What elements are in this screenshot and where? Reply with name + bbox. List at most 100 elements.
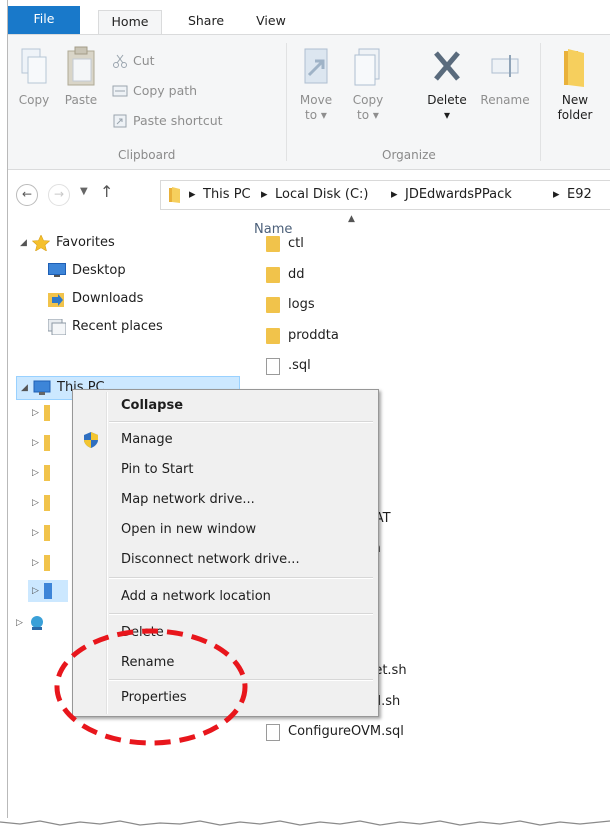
copy-to-button[interactable]: Copy to ▾ <box>348 45 388 123</box>
menu-item-label: Manage <box>121 432 173 447</box>
menu-item-pin-to-start[interactable]: Pin to Start <box>75 458 376 482</box>
breadcrumb-e92[interactable]: E92 <box>567 181 592 209</box>
menu-separator <box>109 577 373 579</box>
rename-label: Rename <box>480 93 530 107</box>
paste-button[interactable]: Paste <box>58 45 104 108</box>
copy-to-icon <box>351 45 385 89</box>
paste-shortcut-button[interactable]: Paste shortcut <box>112 111 282 131</box>
tree-item-desktop[interactable]: Desktop <box>48 260 228 282</box>
copy-to-label: Copy <box>352 93 384 107</box>
back-button[interactable]: ← <box>16 184 38 206</box>
tab-file[interactable]: File <box>8 6 80 34</box>
copy-to-suffix: to ▾ <box>357 108 379 122</box>
expand-triangle-icon[interactable]: ◢ <box>20 232 27 254</box>
star-icon <box>31 234 51 252</box>
tab-view[interactable]: View <box>246 10 296 34</box>
desktop-label: Desktop <box>72 263 126 278</box>
file-icon <box>266 358 280 375</box>
folder-icon <box>44 465 50 481</box>
downloads-folder-icon <box>48 291 66 307</box>
shield-icon <box>83 432 99 448</box>
breadcrumb-this-pc[interactable]: This PC <box>203 181 251 209</box>
menu-item-open-in-new-window[interactable]: Open in new window <box>75 518 376 542</box>
tree-child-collapsed[interactable]: ▷ <box>32 432 62 454</box>
delete-x-icon <box>430 45 464 89</box>
expand-arrow-icon[interactable]: ▷ <box>32 462 39 484</box>
menu-item-map-network-drive[interactable]: Map network drive... <box>75 488 376 512</box>
new-folder-button[interactable]: New folder <box>550 45 600 123</box>
expand-arrow-icon[interactable]: ▷ <box>32 492 39 514</box>
folder-icon <box>266 327 280 344</box>
copy-path-button[interactable]: Copy path <box>112 81 242 101</box>
expand-arrow-icon[interactable]: ▷ <box>32 522 39 544</box>
breadcrumb-separator[interactable]: ▸ <box>189 181 196 209</box>
expand-arrow-icon[interactable]: ▷ <box>32 432 39 454</box>
copy-button[interactable]: Copy <box>14 45 54 108</box>
menu-item-add-network-location[interactable]: Add a network location <box>75 585 376 609</box>
copy-to-suffix-text: to <box>357 108 370 122</box>
copy-label: Copy <box>18 93 50 107</box>
tree-child-collapsed[interactable]: ▷ <box>32 522 62 544</box>
tab-home[interactable]: Home <box>98 10 162 35</box>
tree-child-collapsed[interactable]: ▷ <box>32 552 62 574</box>
menu-separator <box>109 613 373 615</box>
tree-child-drive[interactable]: ▷ <box>28 580 68 602</box>
downloads-label: Downloads <box>72 291 144 306</box>
paste-icon <box>64 45 98 89</box>
breadcrumb-separator[interactable]: ▸ <box>261 181 268 209</box>
file-name: proddta <box>288 327 339 343</box>
menu-item-collapse[interactable]: Collapse <box>75 394 376 418</box>
new-folder-label-1: New <box>561 93 589 107</box>
move-to-suffix-text: to <box>305 108 318 122</box>
tree-favorites[interactable]: ◢ Favorites <box>20 232 220 254</box>
file-name: ConfigureOVM.sql <box>288 724 404 739</box>
tree-network[interactable]: ▷ <box>16 612 56 634</box>
copy-icon <box>18 45 50 89</box>
expand-arrow-icon[interactable]: ▷ <box>16 612 23 634</box>
recent-locations-dropdown[interactable]: ▼ <box>80 186 88 197</box>
menu-item-label: Pin to Start <box>121 462 194 477</box>
paste-shortcut-icon <box>112 113 128 129</box>
tree-child-collapsed[interactable]: ▷ <box>32 462 62 484</box>
back-arrow-icon: ← <box>21 187 33 201</box>
torn-edge <box>0 818 610 831</box>
ribbon-tabs: File Home Share View <box>8 0 610 35</box>
rename-button[interactable]: Rename <box>476 45 534 108</box>
address-bar[interactable]: ▸ This PC ▸ Local Disk (C:) ▸ JDEdwardsP… <box>160 180 610 210</box>
recent-places-icon <box>47 318 67 336</box>
scissors-icon <box>112 53 128 69</box>
menu-item-label: Open in new window <box>121 522 257 537</box>
menu-item-manage[interactable]: Manage <box>75 428 376 452</box>
cut-button[interactable]: Cut <box>112 51 222 71</box>
expand-triangle-icon[interactable]: ◢ <box>21 377 28 399</box>
folder-icon <box>558 45 592 89</box>
delete-label: Delete <box>427 93 467 107</box>
forward-button[interactable]: → <box>48 184 70 206</box>
breadcrumb-separator[interactable]: ▸ <box>553 181 560 209</box>
expand-arrow-icon[interactable]: ▷ <box>32 402 39 424</box>
move-to-suffix: to ▾ <box>305 108 327 122</box>
breadcrumb-jdedwards[interactable]: JDEdwardsPPack <box>405 181 512 209</box>
tree-child-collapsed[interactable]: ▷ <box>32 402 62 424</box>
tab-share[interactable]: Share <box>176 10 236 34</box>
tree-item-recent-places[interactable]: Recent places <box>47 316 228 338</box>
file-name: .sql <box>288 358 311 373</box>
file-icon <box>266 724 280 741</box>
breadcrumb-separator[interactable]: ▸ <box>391 181 398 209</box>
folder-icon <box>266 266 280 283</box>
expand-arrow-icon[interactable]: ▷ <box>32 580 39 602</box>
paste-shortcut-label: Paste shortcut <box>133 113 223 128</box>
up-arrow-icon[interactable]: ↑ <box>100 182 113 201</box>
breadcrumb-local-disk[interactable]: Local Disk (C:) <box>275 181 368 209</box>
delete-button[interactable]: Delete ▾ <box>422 45 472 123</box>
menu-item-disconnect-network-drive[interactable]: Disconnect network drive... <box>75 548 376 572</box>
tree-item-downloads[interactable]: Downloads <box>48 288 228 310</box>
expand-arrow-icon[interactable]: ▷ <box>32 552 39 574</box>
menu-separator <box>109 421 373 423</box>
computer-icon <box>33 380 51 396</box>
chevron-down-icon: ▾ <box>443 108 451 122</box>
folder-icon <box>44 495 50 511</box>
sort-ascending-icon: ▲ <box>348 214 355 224</box>
tree-child-collapsed[interactable]: ▷ <box>32 492 62 514</box>
move-to-button[interactable]: Move to ▾ <box>296 45 336 123</box>
